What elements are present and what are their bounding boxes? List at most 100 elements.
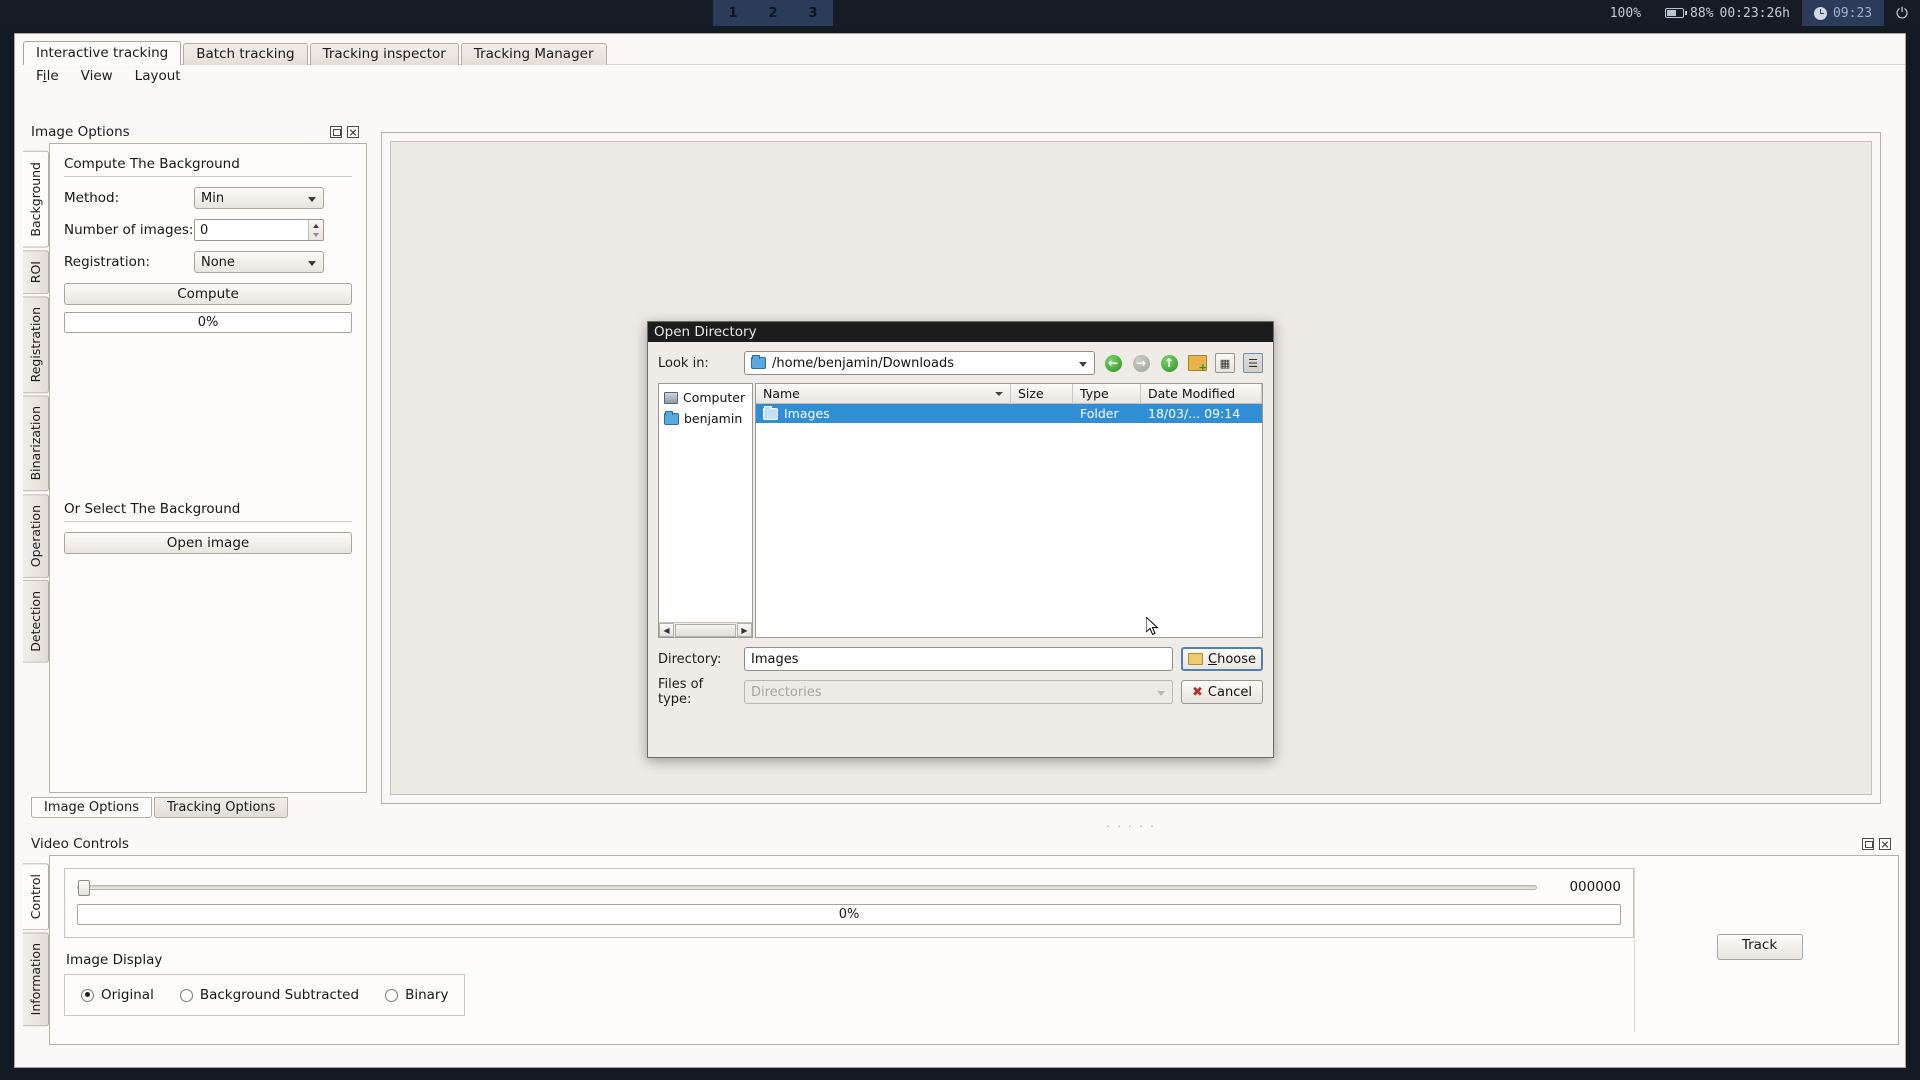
- close-icon[interactable]: [347, 126, 359, 138]
- close-icon[interactable]: [1879, 838, 1891, 850]
- dock-bottom-tabs: Image Options Tracking Options: [31, 797, 367, 818]
- vtab-information[interactable]: Information: [23, 932, 49, 1027]
- choose-button-label: Choose: [1208, 651, 1256, 667]
- look-in-combobox[interactable]: /home/benjamin/Downloads: [744, 351, 1095, 375]
- brightness-indicator[interactable]: 100%: [1598, 0, 1653, 26]
- tab-batch-tracking[interactable]: Batch tracking: [183, 43, 308, 65]
- chevron-down-icon: [1079, 362, 1087, 367]
- brightness-value: 100%: [1609, 5, 1642, 21]
- scroll-right-icon[interactable]: ▶: [737, 623, 752, 637]
- dock-tab-image-options[interactable]: Image Options: [31, 797, 153, 818]
- method-combobox[interactable]: Min: [194, 187, 324, 209]
- vtab-operation[interactable]: Operation: [23, 493, 49, 578]
- cell-name: Images: [756, 405, 1011, 421]
- scrollbar-thumb[interactable]: [675, 623, 736, 637]
- file-browser: Computer benjamin ◀ ▶ Name Size Type Dat…: [658, 383, 1263, 638]
- back-button[interactable]: ←: [1103, 353, 1123, 373]
- file-list: Name Size Type Date Modified Images Fold…: [755, 383, 1263, 638]
- frame-slider[interactable]: [77, 879, 1537, 896]
- forward-button[interactable]: →: [1131, 353, 1151, 373]
- dialog-titlebar[interactable]: Open Directory: [648, 322, 1273, 342]
- sidebar-item-computer[interactable]: Computer: [662, 387, 749, 408]
- tab-interactive-tracking[interactable]: Interactive tracking: [23, 41, 182, 65]
- vtab-detection[interactable]: Detection: [23, 579, 49, 663]
- divider: [64, 521, 352, 522]
- choose-button[interactable]: Choose: [1181, 647, 1263, 671]
- dialog-footer: Directory: Images Choose Files of type: …: [658, 647, 1263, 707]
- tab-tracking-manager[interactable]: Tracking Manager: [460, 43, 607, 65]
- close-icon: ✖: [1192, 684, 1203, 700]
- sidebar-item-benjamin[interactable]: benjamin: [662, 408, 749, 429]
- compute-button[interactable]: Compute: [64, 283, 352, 305]
- radio-background-subtracted[interactable]: Background Subtracted: [179, 987, 359, 1003]
- open-directory-dialog: Open Directory Look in: /home/benjamin/D…: [647, 321, 1274, 758]
- stepper-down-icon[interactable]: [309, 230, 323, 240]
- computer-icon: [664, 391, 678, 404]
- sort-descending-icon: [995, 392, 1003, 396]
- new-folder-icon: [1187, 355, 1208, 374]
- radio-original[interactable]: Original: [81, 987, 154, 1003]
- stepper-up-icon[interactable]: [309, 220, 323, 230]
- vtab-binarization[interactable]: Binarization: [23, 395, 49, 492]
- dock-tab-tracking-options[interactable]: Tracking Options: [154, 797, 289, 818]
- directory-row: Directory: Images Choose: [658, 647, 1263, 671]
- menu-file[interactable]: File: [27, 66, 68, 86]
- image-display-label: Image Display: [66, 952, 163, 968]
- file-list-header: Name Size Type Date Modified: [756, 384, 1262, 404]
- battery-percent: 88%: [1690, 5, 1714, 21]
- scroll-left-icon[interactable]: ◀: [659, 623, 674, 637]
- vtab-control[interactable]: Control: [23, 863, 49, 931]
- clock-indicator[interactable]: 09:23: [1801, 0, 1885, 26]
- cell-date-modified: 18/03/... 09:14: [1148, 406, 1241, 421]
- system-tray: 100% 88% 00:23:26h 09:23 ⏻: [1598, 0, 1920, 26]
- image-options-title: Image Options: [31, 124, 130, 140]
- sidebar-item-computer-label: Computer: [683, 390, 746, 405]
- radio-binary[interactable]: Binary: [385, 987, 448, 1003]
- workspace-2[interactable]: 2: [753, 6, 793, 21]
- vtab-roi[interactable]: ROI: [23, 249, 49, 294]
- column-header-name-label: Name: [763, 386, 800, 401]
- parent-directory-button[interactable]: ↑: [1159, 353, 1179, 373]
- column-header-date-modified[interactable]: Date Modified: [1141, 384, 1262, 403]
- horizontal-splitter[interactable]: · · · · ·: [381, 820, 1881, 833]
- new-folder-button[interactable]: [1187, 353, 1208, 374]
- workspace-switcher[interactable]: 1 2 3: [713, 0, 833, 26]
- files-of-type-row: Files of type: Directories ✖ Cancel: [658, 677, 1263, 707]
- folder-icon: [751, 355, 766, 369]
- frame-slider-handle[interactable]: [78, 879, 90, 896]
- workspace-3[interactable]: 3: [793, 6, 833, 21]
- open-image-button[interactable]: Open image: [64, 532, 352, 554]
- column-header-type[interactable]: Type: [1073, 384, 1141, 403]
- column-header-name[interactable]: Name: [756, 384, 1011, 403]
- number-of-images-stepper[interactable]: 0: [194, 219, 324, 241]
- video-controls-titlebar: Video Controls: [23, 834, 1899, 855]
- column-header-size[interactable]: Size: [1011, 384, 1073, 403]
- battery-indicator[interactable]: 88% 00:23:26h: [1653, 0, 1802, 26]
- chevron-down-icon: [1157, 691, 1165, 696]
- detail-view-button[interactable]: ☰: [1243, 353, 1263, 373]
- power-button[interactable]: ⏻: [1884, 0, 1920, 26]
- radio-original-label: Original: [101, 987, 154, 1003]
- look-in-row: Look in: /home/benjamin/Downloads ← → ↑ …: [658, 351, 1263, 375]
- tab-tracking-inspector[interactable]: Tracking inspector: [309, 43, 459, 65]
- list-view-button[interactable]: ▦: [1215, 353, 1235, 373]
- number-of-images-value[interactable]: 0: [195, 220, 308, 240]
- table-row[interactable]: Images Folder 18/03/... 09:14: [756, 404, 1262, 423]
- track-button[interactable]: Track: [1716, 933, 1803, 960]
- cancel-button[interactable]: ✖ Cancel: [1181, 680, 1263, 704]
- vtab-registration[interactable]: Registration: [23, 295, 49, 394]
- menu-view[interactable]: View: [72, 66, 122, 86]
- directory-input[interactable]: Images: [744, 647, 1173, 671]
- float-icon[interactable]: [330, 126, 342, 138]
- list-view-icon: ▦: [1219, 356, 1231, 370]
- menu-layout[interactable]: Layout: [126, 66, 190, 86]
- registration-combobox[interactable]: None: [194, 251, 324, 273]
- frame-slider-row: 000000: [77, 879, 1621, 896]
- workspace-1[interactable]: 1: [713, 6, 753, 21]
- sidebar-horizontal-scrollbar[interactable]: ◀ ▶: [659, 622, 752, 637]
- parent-directory-icon: ↑: [1160, 354, 1178, 372]
- power-icon: ⏻: [1896, 4, 1908, 22]
- background-options-panel: Compute The Background Method: Min Numbe…: [49, 143, 367, 793]
- vtab-background[interactable]: Background: [23, 151, 49, 248]
- float-icon[interactable]: [1862, 838, 1874, 850]
